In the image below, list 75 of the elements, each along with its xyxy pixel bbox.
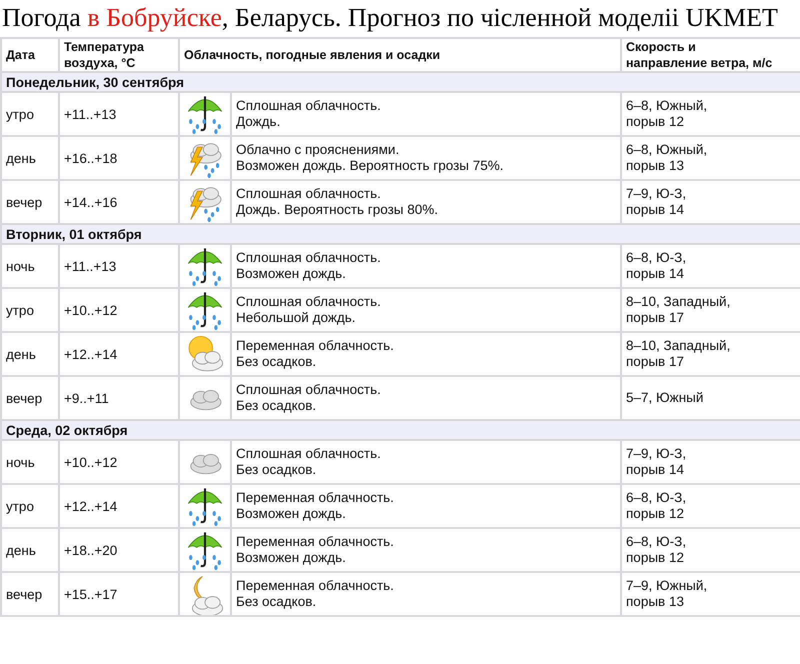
weather-description: Без осадков. [236,354,318,370]
time-of-day: утро [6,106,34,122]
wind-info: 6–8, Южный, [626,98,708,114]
wind-info: порыв 12 [626,550,685,566]
wind-info: 6–8, Южный, [626,142,708,158]
wind-info: 7–9, Южный, [626,578,708,594]
wind-info: 6–8, Ю-З, [626,250,688,266]
temperature: +12..+14 [64,498,118,514]
temperature: +11..+13 [64,258,116,274]
wind-info: 8–10, Западный, [626,338,732,354]
day-heading: Вторник, 01 октября [6,226,142,242]
weather-description: Сплошная облачность. [236,250,382,266]
weather-description: Возможен дождь. [236,506,347,522]
page-title: Погода в Бобруйске, Беларусь. Прогноз по чіcленной моделіі UKMET [1,2,779,34]
weather-description: Дождь. [236,114,282,130]
time-of-day: день [6,346,36,362]
wind-info: 7–9, Ю-З, [626,186,688,202]
wind-info: порыв 14 [626,266,685,282]
temperature: +11..+13 [64,106,116,122]
temperature: +9..+11 [64,390,109,406]
wind-info: порыв 14 [626,202,685,218]
day-heading: Понедельник, 30 сентября [6,74,184,90]
weather-description: Возможен дождь. [236,266,347,282]
weather-description: Сплошная облачность. [236,98,382,114]
time-of-day: ночь [6,258,35,274]
weather-description: Возможен дождь. Вероятность грозы 75%. [236,158,505,174]
time-of-day: утро [6,498,34,514]
wind-info: 6–8, Ю-З, [626,534,688,550]
weather-description: Переменная облачность. [236,490,395,506]
time-of-day: день [6,150,36,166]
time-of-day: день [6,542,36,558]
column-header: Скорость и [626,39,697,55]
column-header: Облачность, погодные явления и осадки [184,47,442,63]
wind-info: порыв 17 [626,310,685,326]
weather-description: Небольшой дождь. [236,310,357,326]
wind-info: порыв 13 [626,594,685,610]
temperature: +12..+14 [64,346,118,362]
time-of-day: вечер [6,390,42,406]
wind-info: порыв 14 [626,462,685,478]
wind-info: порыв 17 [626,354,685,370]
temperature: +15..+17 [64,586,118,602]
temperature: +16..+18 [64,150,118,166]
wind-info: порыв 13 [626,158,685,174]
weather-description: Сплошная облачность. [236,294,382,310]
column-header: Температура [64,39,145,55]
weather-description: Сплошная облачность. [236,382,382,398]
time-of-day: вечер [6,586,42,602]
wind-info: 6–8, Ю-З, [626,490,688,506]
weather-description: Переменная облачность. [236,338,395,354]
column-header: Дата [6,47,36,63]
temperature: +10..+12 [64,454,118,470]
time-of-day: ночь [6,454,35,470]
temperature: +18..+20 [64,542,118,558]
column-header: направление ветра, м/с [626,55,774,71]
wind-info: порыв 12 [626,506,685,522]
column-header: воздуха, °С [64,55,136,71]
weather-description: Без осадков. [236,462,318,478]
temperature: +14..+16 [64,194,118,210]
weather-description: Без осадков. [236,594,318,610]
weather-description: Сплошная облачность. [236,186,382,202]
weather-description: Сплошная облачность. [236,446,382,462]
time-of-day: вечер [6,194,42,210]
weather-description: Переменная облачность. [236,534,395,550]
time-of-day: утро [6,302,34,318]
weather-description: Облачно с прояснениями. [236,142,400,158]
weather-description: Без осадков. [236,398,318,414]
weather-description: Возможен дождь. [236,550,347,566]
wind-info: порыв 12 [626,114,685,130]
temperature: +10..+12 [64,302,118,318]
day-heading: Среда, 02 октября [6,422,128,438]
wind-info: 7–9, Ю-З, [626,446,688,462]
weather-description: Переменная облачность. [236,578,395,594]
wind-info: 5–7, Южный [626,390,704,406]
weather-description: Дождь. Вероятность грозы 80%. [236,202,439,218]
wind-info: 8–10, Западный, [626,294,732,310]
